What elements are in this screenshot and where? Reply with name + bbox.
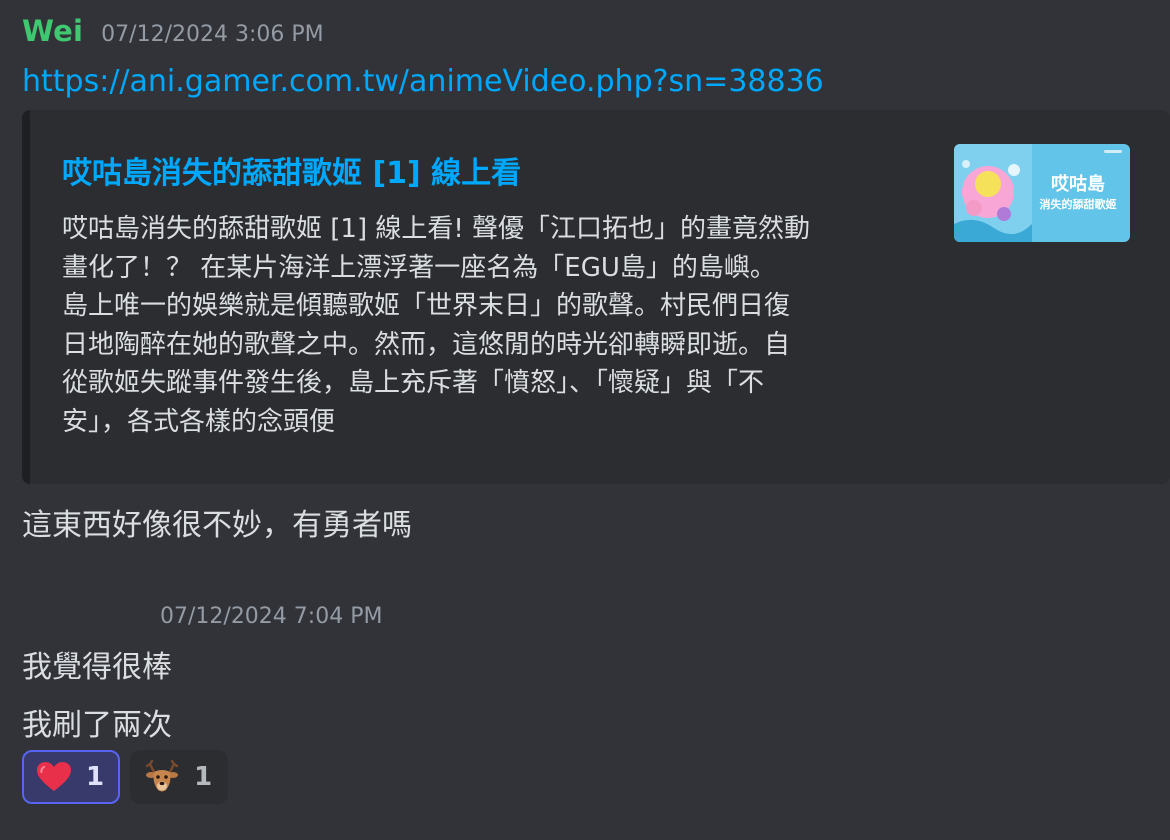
embed-description-line: 日地陶醉在她的歌聲之中。然而，這悠閒的時光卻轉瞬即逝。自 (62, 329, 791, 360)
thumbnail-title: 哎咕島 (1051, 173, 1105, 195)
reaction-deer[interactable]: 1 (130, 750, 229, 804)
embed-description-line: 哎咕島消失的舔甜歌姬 [1] 線上看! 聲優「江口拓也」的畫竟然動 (62, 214, 811, 244)
message-timestamp: 07/12/2024 7:04 PM (160, 604, 383, 629)
embed-description-line: 安」，各式各樣的念頭便 (62, 406, 336, 437)
message-text: 這東西好像很不妙，有勇者嗎 (22, 508, 412, 543)
embed-description-line: 畫化了！？ 在某片海洋上漂浮著一座名為「EGU島」的島嶼。 (62, 252, 776, 283)
embed-title[interactable]: 哎咕島消失的舔甜歌姬 [1] 線上看 (62, 148, 521, 192)
message-link[interactable]: https://ani.gamer.com.tw/animeVideo.php?… (22, 60, 1162, 104)
thumbnail-subtitle: 消失的舔甜歌姬 (1040, 197, 1117, 211)
link-embed: 哎咕島消失的舔甜歌姬 [1] 線上看 哎咕島消失的舔甜歌姬 [1] 線上看! 聲… (22, 110, 1170, 484)
deer-icon (145, 760, 179, 792)
embed-description-line: 從歌姬失蹤事件發生後，島上充斥著「憤怒」、「懷疑」與「不 (62, 368, 765, 398)
embed-thumbnail[interactable]: 哎咕島 消失的舔甜歌姬 (954, 144, 1130, 242)
message-text: 我覺得很棒 (22, 650, 172, 685)
reaction-heart[interactable]: 1 (22, 750, 121, 804)
embed-description-line: 島上唯一的娛樂就是傾聽歌姬「世界末日」的歌聲。村民們日復 (62, 291, 791, 321)
reactions-bar: 1 1 (22, 750, 229, 804)
message-group: Wei 07/12/2024 3:06 PM https://ani.gamer… (22, 14, 1170, 804)
heart-icon (37, 762, 71, 791)
timestamp: 07/12/2024 3:06 PM (101, 22, 324, 47)
reaction-count: 1 (194, 762, 213, 792)
message-text: 我刷了兩次 (22, 708, 172, 743)
embed-description: 哎咕島消失的舔甜歌姬 [1] 線上看! 聲優「江口拓也」的畫竟然動 畫化了！？ … (62, 210, 932, 441)
reaction-count: 1 (86, 762, 105, 792)
username[interactable]: Wei (22, 14, 83, 48)
message-header: Wei 07/12/2024 3:06 PM (22, 14, 1162, 56)
